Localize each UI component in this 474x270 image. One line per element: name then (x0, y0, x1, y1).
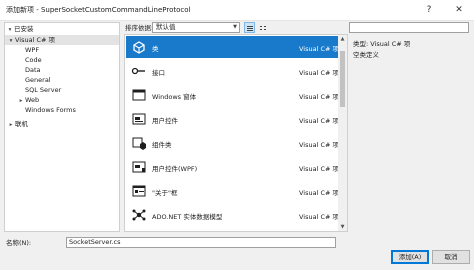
installed-label: 已安装 (14, 25, 34, 33)
icon-view-button[interactable] (257, 22, 268, 33)
scroll-thumb[interactable] (340, 51, 345, 107)
sort-label: 排序依据: (125, 24, 154, 32)
tree-item-label: Web (25, 96, 40, 104)
collapse-arrow-icon: ▸ (9, 122, 13, 128)
class-icon (131, 39, 147, 55)
details-pane: 类型: Visual C# 项 空类定义 (349, 34, 469, 232)
detail-type-label: 类型: (353, 40, 369, 48)
tree-item[interactable]: ▸ 联机 (5, 119, 119, 129)
tree-item[interactable]: ▸ Web (5, 95, 119, 105)
tree-item-label: Data (25, 66, 41, 74)
item-type: Visual C# 项 (299, 45, 340, 53)
tree-item-label: Visual C# 项 (15, 36, 56, 44)
list-view-button[interactable] (244, 22, 255, 33)
item-name: 用户控件(WPF) (152, 165, 198, 173)
tree-item-label: Code (25, 56, 42, 64)
template-list: 类 Visual C# 项接口 Visual C# 项 Windows 窗体 Visua… (124, 34, 348, 232)
tree-item-label: WPF (25, 46, 40, 54)
sort-select-value: 默认值 (156, 23, 176, 31)
item-type: Visual C# 项 (299, 189, 340, 197)
list-item[interactable]: 组件类 Visual C# 项 (126, 132, 339, 154)
category-tree: ▾ Visual C# 项 WPF Code Data General SQL Server… (5, 35, 119, 129)
tree-item-label: SQL Server (25, 86, 62, 94)
list-item[interactable]: 接口 Visual C# 项 (126, 60, 339, 82)
item-type: Visual C# 项 (299, 93, 340, 101)
item-type: Visual C# 项 (299, 69, 340, 77)
chevron-down-icon: ▼ (233, 24, 237, 30)
item-name: 用户控件 (152, 117, 178, 125)
installed-header[interactable]: ▾ 已安装 (6, 24, 118, 34)
item-type: Visual C# 项 (299, 165, 340, 173)
scroll-down-icon[interactable]: ▼ (338, 223, 347, 231)
list-item[interactable]: 用户控件(WPF) Visual C# 项 (126, 156, 339, 178)
item-name: Windows 窗体 (152, 93, 197, 101)
tree-item[interactable]: Data (5, 65, 119, 75)
detail-type: 类型: Visual C# 项 (353, 38, 410, 48)
sort-select[interactable]: 默认值 ▼ (152, 22, 240, 33)
component-class-icon (131, 135, 147, 151)
help-button[interactable]: ? (416, 0, 442, 20)
tree-item[interactable]: WPF (5, 45, 119, 55)
tree-item[interactable]: ▾ Visual C# 项 (5, 35, 119, 45)
item-name: 组件类 (152, 141, 172, 149)
expand-arrow-icon: ▾ (8, 27, 12, 33)
search-input[interactable] (349, 22, 469, 33)
cancel-button[interactable]: 取消 (432, 250, 470, 264)
name-input[interactable]: SocketServer.cs (66, 237, 336, 248)
item-name: 类 (152, 45, 159, 53)
item-name: 接口 (152, 69, 165, 77)
tree-item-label: 联机 (15, 120, 28, 128)
add-button[interactable]: 添加(A) (391, 250, 429, 264)
tree-item-label: General (25, 76, 51, 84)
tree-item-label: Windows Forms (25, 106, 76, 114)
list-scrollbar[interactable]: ▲ ▼ (338, 35, 347, 231)
category-pane: ▾ 已安装 ▾ Visual C# 项 WPF Code Data General SQL S… (4, 22, 120, 232)
title-bar: 添加新项 - SuperSocketCustomCommandLineProto… (0, 0, 474, 21)
list-item[interactable]: ADO.NET 实体数据模型 Visual C# 项 (126, 204, 339, 226)
tree-item[interactable]: SQL Server (5, 85, 119, 95)
item-name: ADO.NET 实体数据模型 (152, 213, 223, 221)
close-button[interactable]: ✕ (446, 0, 472, 20)
list-item[interactable]: "关于"框 Visual C# 项 (126, 180, 339, 202)
tree-item[interactable]: General (5, 75, 119, 85)
list-item[interactable]: editorconfig 文件(.NET)Visual C# 项 (126, 228, 339, 232)
detail-type-value: Visual C# 项 (370, 40, 411, 48)
tree-item[interactable]: Code (5, 55, 119, 65)
item-type: Visual C# 项 (299, 141, 340, 149)
item-type: Visual C# 项 (299, 213, 340, 221)
editorconfig-icon (131, 231, 147, 232)
name-label: 名称(N): (6, 239, 32, 247)
list-item[interactable]: 用户控件 Visual C# 项 (126, 108, 339, 130)
wpf-user-control-icon (131, 159, 147, 175)
list-item[interactable]: 类 Visual C# 项 (126, 36, 339, 58)
user-control-icon (131, 111, 147, 127)
about-box-icon (131, 183, 147, 199)
windows-form-icon (131, 87, 147, 103)
tree-item[interactable]: Windows Forms (5, 105, 119, 115)
entity-model-icon (131, 207, 147, 223)
scroll-up-icon[interactable]: ▲ (338, 35, 347, 43)
interface-icon (131, 63, 147, 79)
detail-description: 空类定义 (353, 51, 379, 59)
item-type: Visual C# 项 (299, 117, 340, 125)
list-item[interactable]: Windows 窗体 Visual C# 项 (126, 84, 339, 106)
item-name: "关于"框 (152, 189, 178, 197)
window-title: 添加新项 - SuperSocketCustomCommandLineProto… (6, 6, 191, 14)
